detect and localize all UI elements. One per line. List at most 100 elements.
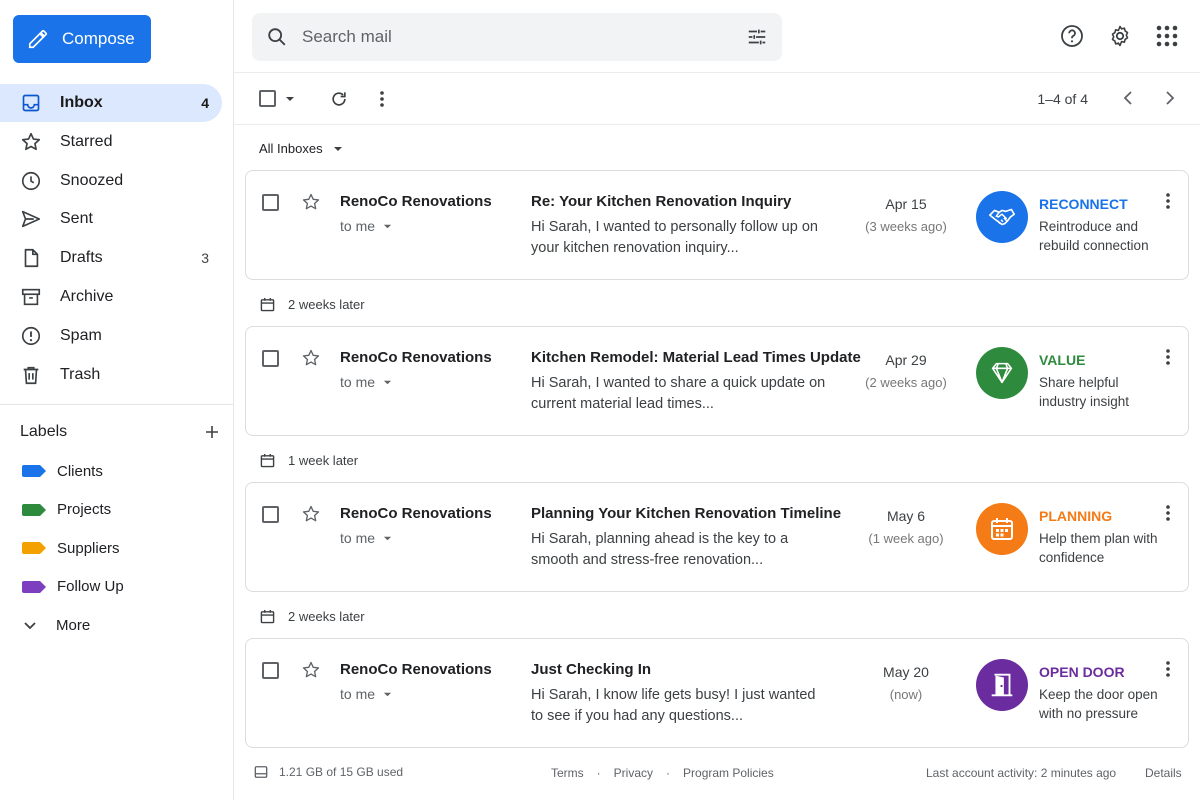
clock-icon	[20, 170, 42, 192]
star-icon[interactable]	[301, 192, 321, 212]
nav-label: Spam	[60, 326, 102, 344]
program-policies-link[interactable]: Program Policies	[683, 766, 774, 780]
more-vert-icon[interactable]	[1162, 659, 1174, 679]
search-icon[interactable]	[266, 26, 288, 48]
time-gap-indicator: 2 weeks later	[260, 609, 365, 624]
label-item-clients[interactable]: Clients	[0, 452, 234, 491]
email-snippet: Hi Sarah, I know life gets busy! I just …	[531, 687, 816, 724]
search-input[interactable]	[302, 27, 722, 47]
star-icon[interactable]	[301, 348, 321, 368]
email-checkbox[interactable]	[262, 350, 279, 367]
email-checkbox[interactable]	[262, 194, 279, 211]
nav-item-trash[interactable]: Trash	[0, 356, 222, 394]
label-name: Suppliers	[57, 539, 120, 557]
gear-icon[interactable]	[1108, 24, 1132, 48]
email-relative-time: (now)	[889, 687, 923, 702]
caret-down-icon	[375, 222, 392, 231]
refresh-icon[interactable]	[329, 89, 349, 109]
tag-title: OPEN DOOR	[1039, 664, 1125, 680]
nav-label: Sent	[60, 210, 93, 228]
compose-button[interactable]: Compose	[13, 15, 151, 63]
sidebar: Compose Inbox 4 Starred Snoozed Sent Dra…	[0, 0, 234, 800]
details-link[interactable]: Details	[1145, 766, 1182, 780]
nav-item-snoozed[interactable]: Snoozed	[0, 162, 222, 200]
file-icon	[20, 247, 42, 269]
more-vert-icon[interactable]	[1162, 191, 1174, 211]
filter-options-icon[interactable]	[746, 26, 768, 48]
email-card[interactable]: RenoCo Renovations to me Planning Your K…	[245, 482, 1189, 592]
star-icon[interactable]	[301, 504, 321, 524]
recipient-dropdown[interactable]: to me	[340, 218, 392, 234]
pencil-icon	[27, 28, 62, 50]
tag-title: VALUE	[1039, 352, 1086, 368]
nav-count: 3	[201, 250, 209, 267]
nav-item-inbox[interactable]: Inbox 4	[0, 84, 222, 122]
nav-label: Archive	[60, 287, 114, 305]
storage-usage: 1.21 GB of 15 GB used	[254, 765, 403, 779]
email-snippet: Hi Sarah, planning ahead is the key to a…	[531, 531, 789, 568]
privacy-link[interactable]: Privacy	[614, 766, 653, 780]
label-item-follow-up[interactable]: Follow Up	[0, 568, 234, 607]
apps-grid-icon[interactable]	[1156, 25, 1178, 47]
email-card[interactable]: RenoCo Renovations to me Kitchen Remodel…	[245, 326, 1189, 436]
inbox-filter-dropdown[interactable]: All Inboxes	[259, 141, 343, 156]
email-subject: Planning Your Kitchen Renovation Timelin…	[531, 505, 842, 522]
nav-label: Starred	[60, 132, 113, 150]
tag-title: RECONNECT	[1039, 196, 1128, 212]
more-vert-icon[interactable]	[1162, 503, 1174, 523]
nav-item-spam[interactable]: Spam	[0, 317, 222, 355]
last-activity-text: Last account activity: 2 minutes ago	[926, 766, 1117, 780]
star-icon[interactable]	[301, 660, 321, 680]
star-icon	[20, 131, 42, 153]
nav-count: 4	[201, 95, 209, 111]
pagination-text: 1–4 of 4	[1037, 91, 1088, 107]
select-all-checkbox[interactable]	[259, 90, 276, 107]
nav-item-archive[interactable]: Archive	[0, 278, 222, 316]
tag-description: Share helpful industry insight	[1039, 375, 1130, 409]
caret-down-icon	[323, 144, 343, 154]
more-vert-icon[interactable]	[1162, 347, 1174, 367]
caret-down-icon[interactable]	[285, 94, 295, 104]
nav-item-starred[interactable]: Starred	[0, 123, 222, 161]
search-bar[interactable]	[252, 13, 782, 61]
email-date: May 6	[886, 508, 926, 524]
recipient-label: to me	[340, 374, 376, 390]
nav-item-drafts[interactable]: Drafts 3	[0, 239, 222, 277]
inbox-filter-label: All Inboxes	[259, 141, 323, 156]
email-relative-time: (3 weeks ago)	[865, 219, 947, 234]
chevron-left-icon[interactable]	[1120, 89, 1138, 107]
recipient-dropdown[interactable]: to me	[340, 374, 392, 390]
more-vert-icon[interactable]	[376, 89, 388, 109]
email-checkbox[interactable]	[262, 662, 279, 679]
plus-icon[interactable]	[204, 424, 220, 440]
nav-list: Inbox 4 Starred Snoozed Sent Drafts 3 Ar…	[0, 84, 234, 394]
caret-down-icon	[375, 534, 392, 543]
recipient-dropdown[interactable]: to me	[340, 686, 392, 702]
calendar-icon	[976, 503, 1028, 555]
label-name: Projects	[57, 501, 112, 519]
email-date: Apr 15	[885, 196, 927, 212]
label-item-projects[interactable]: Projects	[0, 491, 234, 530]
email-card[interactable]: RenoCo Renovations to me Re: Your Kitche…	[245, 170, 1189, 280]
email-checkbox[interactable]	[262, 506, 279, 523]
email-sender: RenoCo Renovations	[340, 349, 492, 366]
calendar-icon	[260, 453, 288, 468]
terms-link[interactable]: Terms	[551, 766, 584, 780]
recipient-dropdown[interactable]: to me	[340, 530, 392, 546]
label-tag-icon	[22, 542, 46, 555]
time-gap-label: 1 week later	[288, 453, 359, 468]
caret-down-icon	[375, 378, 392, 387]
nav-label: Trash	[60, 365, 101, 383]
nav-item-sent[interactable]: Sent	[0, 200, 222, 238]
help-icon[interactable]	[1060, 24, 1084, 48]
email-card[interactable]: RenoCo Renovations to me Just Checking I…	[245, 638, 1189, 748]
email-snippet: Hi Sarah, I wanted to share a quick upda…	[531, 375, 826, 412]
select-all[interactable]	[259, 90, 295, 107]
trash-icon	[20, 364, 42, 386]
more-labels-button[interactable]: More	[0, 606, 234, 644]
label-name: Follow Up	[57, 578, 124, 596]
chevron-right-icon[interactable]	[1160, 89, 1178, 107]
time-gap-label: 2 weeks later	[288, 609, 365, 624]
email-sender: RenoCo Renovations	[340, 505, 492, 522]
label-item-suppliers[interactable]: Suppliers	[0, 529, 234, 568]
